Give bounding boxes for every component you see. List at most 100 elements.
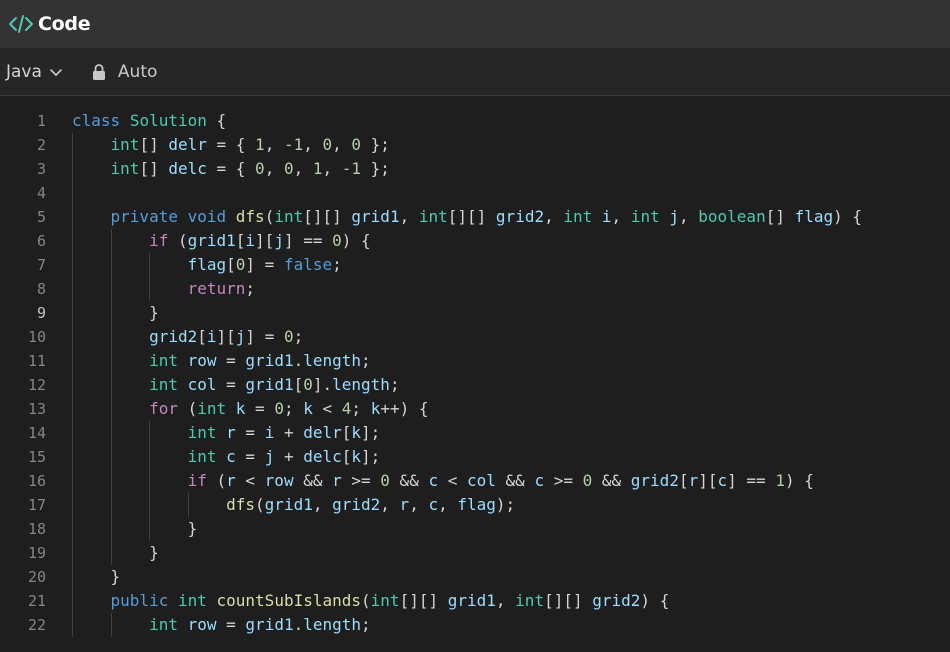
code-line[interactable]: 18 } <box>0 517 950 541</box>
code-token: 0 <box>380 471 390 490</box>
code-line[interactable]: 8 return; <box>0 277 950 301</box>
code-token: [][] <box>447 207 496 226</box>
indent-guide <box>149 493 151 517</box>
code-token: 1 <box>312 159 323 178</box>
language-label: Java <box>6 61 42 82</box>
code-token: 0 <box>255 159 265 178</box>
code-token: r <box>226 471 236 490</box>
code-token: { <box>206 111 227 130</box>
code-token: ] == <box>727 471 776 490</box>
code-line[interactable]: 9 } <box>0 301 950 325</box>
code-editor[interactable]: 1 class Solution {2 int[] delr = { 1, -1,… <box>0 109 950 652</box>
code-token: ]; <box>361 447 381 466</box>
indent-guide <box>187 493 189 517</box>
line-number: 10 <box>27 328 46 346</box>
code-text: class Solution { <box>46 109 226 133</box>
code-line[interactable]: 14 int r = i + delr[k]; <box>0 421 950 445</box>
code-token: }; <box>361 135 390 154</box>
code-token: int <box>149 375 178 394</box>
code-line[interactable]: 4 <box>0 181 950 205</box>
code-token: flag <box>187 255 227 274</box>
code-line[interactable]: 19 } <box>0 541 950 565</box>
code-token: = <box>216 351 246 370</box>
code-line[interactable]: 15 int c = j + delc[k]; <box>0 445 950 469</box>
code-token: grid1 <box>245 351 294 370</box>
code-line[interactable]: 17 dfs(grid1, grid2, r, c, flag); <box>0 493 950 517</box>
code-line[interactable]: 12 int col = grid1[0].length; <box>0 373 950 397</box>
code-line[interactable]: 16 if (r < row && r >= 0 && c < col && c… <box>0 469 950 493</box>
code-token: 4 <box>341 399 352 418</box>
code-text: dfs(grid1, grid2, r, c, flag); <box>46 493 515 517</box>
line-number: 11 <box>27 352 46 370</box>
code-token: , <box>264 135 284 154</box>
lock-icon <box>92 63 108 81</box>
line-number: 7 <box>36 256 46 274</box>
code-token: [ <box>678 471 689 490</box>
code-line[interactable]: 21 public int countSubIslands(int[][] gr… <box>0 589 950 613</box>
line-number: 21 <box>27 592 46 610</box>
indent-guide <box>110 541 112 565</box>
code-token: < <box>235 471 265 490</box>
code-token: int <box>630 207 660 226</box>
code-token: , <box>332 135 352 154</box>
code-token: 1 <box>255 135 265 154</box>
code-line[interactable]: 5 private void dfs(int[][] grid1, int[][… <box>0 205 950 229</box>
code-token: && <box>293 471 333 490</box>
code-line[interactable]: 22 int row = grid1.length; <box>0 613 950 637</box>
code-token: 0 <box>351 135 362 154</box>
indent-guide <box>72 541 73 565</box>
code-line[interactable]: 3 int[] delc = { 0, 0, 1, -1 }; <box>0 157 950 181</box>
code-line[interactable]: 7 flag[0] = false; <box>0 253 950 277</box>
auto-mode-indicator[interactable]: Auto <box>92 62 157 82</box>
code-token: delc <box>303 447 342 466</box>
code-token: , <box>495 591 516 610</box>
code-token: } <box>149 543 159 562</box>
indent-guide <box>149 277 151 301</box>
code-line[interactable]: 11 int row = grid1.length; <box>0 349 950 373</box>
code-token: [ <box>341 447 352 466</box>
panel-title: Code <box>38 13 91 35</box>
code-line[interactable]: 2 int[] delr = { 1, -1, 0, 0 }; <box>0 133 950 157</box>
code-text: int row = grid1.length; <box>46 613 371 637</box>
indent-guide <box>149 445 151 469</box>
code-brackets-icon <box>8 13 34 35</box>
line-number: 2 <box>36 136 46 154</box>
code-token: k <box>303 399 313 418</box>
indent-guide <box>72 325 73 349</box>
code-token: dfs <box>235 207 265 226</box>
code-text <box>46 181 111 205</box>
code-text: int c = j + delc[k]; <box>46 445 380 469</box>
code-token: } <box>187 519 198 538</box>
code-token: , <box>399 207 419 226</box>
code-line[interactable]: 10 grid2[i][j] = 0; <box>0 325 950 349</box>
code-token: ] = <box>245 255 284 274</box>
code-line[interactable]: 1 class Solution { <box>0 109 950 133</box>
panel-header: Code <box>0 0 950 48</box>
code-token: flag <box>794 207 834 226</box>
indent-guide <box>110 469 112 493</box>
indent-guide <box>149 517 151 541</box>
code-token: int <box>110 159 140 178</box>
code-token: [ <box>293 375 304 394</box>
code-token: grid1 <box>447 591 496 610</box>
code-token: countSubIslands <box>216 591 362 610</box>
code-token: grid1 <box>351 207 400 226</box>
code-line[interactable]: 20 } <box>0 565 950 589</box>
code-text: int row = grid1.length; <box>46 349 371 373</box>
language-select[interactable]: Java <box>6 62 64 82</box>
code-line[interactable]: 6 if (grid1[i][j] == 0) { <box>0 229 950 253</box>
code-token: i <box>245 231 256 250</box>
code-token: grid1 <box>187 231 236 250</box>
code-token: c <box>428 495 439 514</box>
code-token: ] == <box>283 231 333 250</box>
indent-guide <box>110 253 112 277</box>
code-token: i <box>264 423 275 442</box>
code-panel: Code Java Auto 1 class Solution {2 int[] … <box>0 0 950 652</box>
code-line[interactable]: 13 for (int k = 0; k < 4; k++) { <box>0 397 950 421</box>
indent-guide <box>110 301 112 325</box>
line-number: 20 <box>27 568 46 586</box>
code-token: length <box>303 615 362 634</box>
